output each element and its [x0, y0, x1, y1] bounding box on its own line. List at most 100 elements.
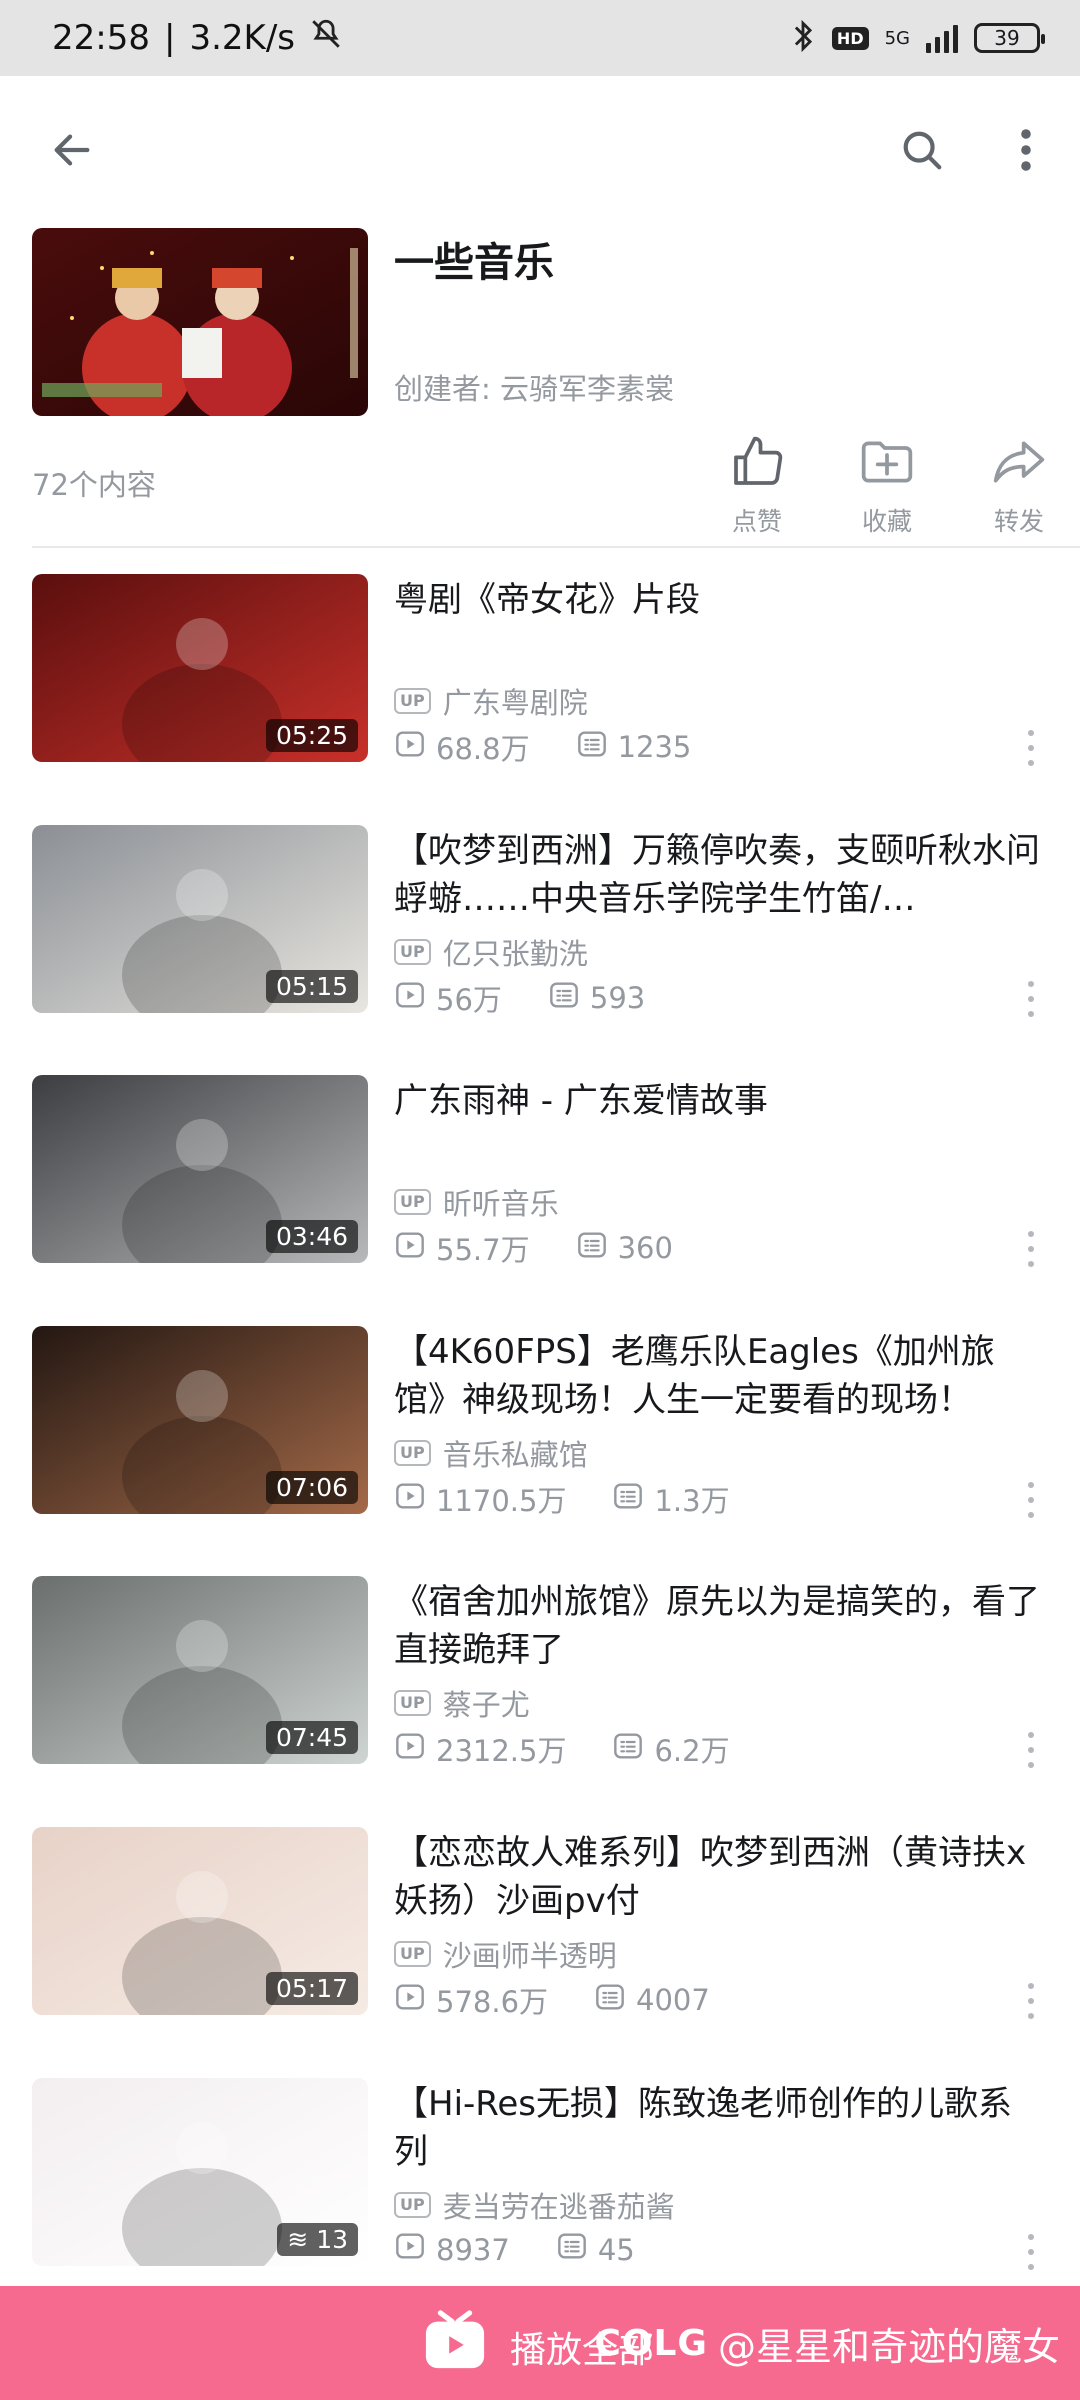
- list-item[interactable]: ≋ 13 【Hi-Res无损】陈致逸老师创作的儿歌系列 UP 麦当劳在逃番茄酱 8…: [0, 2078, 1080, 2270]
- up-badge-icon: UP: [394, 688, 431, 714]
- video-thumbnail[interactable]: 05:17: [32, 1827, 368, 2015]
- duration-text: 13: [316, 2225, 348, 2254]
- video-title[interactable]: 【4K60FPS】老鹰乐队Eagles《加州旅馆》神级现场！人生一定要看的现场！: [394, 1328, 1044, 1424]
- video-title[interactable]: 粤剧《帝女花》片段: [394, 576, 1044, 624]
- video-thumbnail[interactable]: 03:46: [32, 1075, 368, 1263]
- duration-text: 03:46: [275, 1222, 348, 1251]
- status-speed: 3.2K/s: [189, 18, 295, 58]
- header-divider: [32, 546, 1080, 548]
- play-count-value: 55.7万: [436, 1233, 530, 1267]
- playlist-creator[interactable]: 创建者: 云骑军李素裳: [394, 366, 674, 408]
- item-more-icon[interactable]: [1018, 1482, 1044, 1518]
- danmaku-count-value: 360: [617, 1231, 673, 1265]
- item-more-icon[interactable]: [1018, 1231, 1044, 1267]
- mute-icon: [309, 17, 343, 60]
- video-title[interactable]: 广东雨神 - 广东爱情故事: [394, 1077, 1044, 1125]
- play-count: 2312.5万: [394, 1728, 566, 1770]
- stats-row: 56万 593: [394, 977, 645, 1019]
- up-badge-icon: UP: [394, 1440, 431, 1466]
- favorite-label: 收藏: [861, 507, 912, 536]
- uploader-row[interactable]: UP 亿只张勤洗: [394, 931, 588, 973]
- search-icon[interactable]: [892, 120, 952, 180]
- video-duration: 05:17: [265, 1972, 358, 2005]
- play-count-value: 578.6万: [436, 1985, 549, 2019]
- signal-icon: [926, 23, 958, 53]
- danmaku-count-value: 1.3万: [654, 1484, 730, 1518]
- list-item[interactable]: 05:15 【吹梦到西洲】万籁停吹奏，支颐听秋水问蜉蝣……中央音乐学院学生竹笛/…: [0, 825, 1080, 1017]
- video-title[interactable]: 《宿舍加州旅馆》原先以为是搞笑的，看了直接跪拜了: [394, 1578, 1044, 1674]
- watermark: COLG @星星和奇迹的魔女: [594, 2316, 1060, 2371]
- video-thumbnail[interactable]: 07:06: [32, 1326, 368, 1514]
- share-button[interactable]: 转发: [964, 434, 1074, 538]
- video-duration: 05:15: [265, 970, 358, 1003]
- video-duration: 07:06: [265, 1471, 358, 1504]
- network-label: 5G: [884, 27, 910, 49]
- danmaku-icon: [612, 1730, 644, 1769]
- list-item[interactable]: 07:06 【4K60FPS】老鹰乐队Eagles《加州旅馆》神级现场！人生一定…: [0, 1326, 1080, 1518]
- uploader-row[interactable]: UP 广东粤剧院: [394, 680, 588, 722]
- uploader-row[interactable]: UP 音乐私藏馆: [394, 1432, 588, 1474]
- video-thumbnail[interactable]: 07:45: [32, 1576, 368, 1764]
- video-title[interactable]: 【吹梦到西洲】万籁停吹奏，支颐听秋水问蜉蝣……中央音乐学院学生竹笛/…: [394, 827, 1044, 923]
- uploader-name: 广东粤剧院: [442, 686, 588, 720]
- share-icon: [989, 434, 1049, 494]
- thumb-up-icon: [727, 434, 787, 494]
- uploader-row[interactable]: UP 昕听音乐: [394, 1181, 559, 1223]
- like-label: 点赞: [731, 507, 782, 536]
- up-badge-icon: UP: [394, 1189, 431, 1215]
- danmaku-icon: [576, 1229, 608, 1268]
- favorite-button[interactable]: 收藏: [832, 434, 942, 538]
- uploader-row[interactable]: UP 蔡子尤: [394, 1682, 530, 1724]
- play-count-icon: [394, 1480, 426, 1519]
- up-badge-icon: UP: [394, 939, 431, 965]
- play-count-icon: [394, 979, 426, 1018]
- uploader-row[interactable]: UP 麦当劳在逃番茄酱: [394, 2184, 675, 2226]
- play-count: 578.6万: [394, 1979, 548, 2021]
- item-more-icon[interactable]: [1018, 730, 1044, 766]
- status-time: 22:58: [52, 18, 150, 58]
- item-more-icon[interactable]: [1018, 1732, 1044, 1768]
- uploader-name: 昕听音乐: [442, 1187, 559, 1221]
- item-more-icon[interactable]: [1018, 1983, 1044, 2019]
- danmaku-icon: [548, 979, 580, 1018]
- danmaku-count: 360: [576, 1229, 673, 1268]
- item-more-icon[interactable]: [1018, 2234, 1044, 2270]
- up-badge-icon: UP: [394, 1941, 431, 1967]
- playlist-cover[interactable]: [32, 228, 368, 416]
- duration-text: 05:15: [275, 972, 348, 1001]
- danmaku-count-value: 593: [589, 981, 646, 1015]
- play-all-bar[interactable]: 播放全部 COLG @星星和奇迹的魔女: [0, 2286, 1080, 2400]
- uploader-name: 蔡子尤: [442, 1688, 530, 1722]
- play-count: 1170.5万: [394, 1478, 566, 1520]
- watermark-logo: COLG: [594, 2323, 708, 2364]
- play-count: 56万: [394, 977, 502, 1019]
- video-duration: 07:45: [265, 1721, 358, 1754]
- play-count-value: 2312.5万: [436, 1734, 567, 1768]
- list-item[interactable]: 05:25 粤剧《帝女花》片段 UP 广东粤剧院 68.8万 1235: [0, 574, 1080, 766]
- like-button[interactable]: 点赞: [702, 434, 812, 538]
- watermark-user: @星星和奇迹的魔女: [717, 2325, 1060, 2369]
- danmaku-count-value: 6.2万: [654, 1734, 730, 1768]
- more-vertical-icon[interactable]: [996, 120, 1056, 180]
- list-item[interactable]: 07:45 《宿舍加州旅馆》原先以为是搞笑的，看了直接跪拜了 UP 蔡子尤 23…: [0, 1576, 1080, 1768]
- stats-row: 2312.5万 6.2万: [394, 1728, 730, 1770]
- bluetooth-icon: [790, 19, 816, 57]
- video-title[interactable]: 【Hi-Res无损】陈致逸老师创作的儿歌系列: [394, 2080, 1044, 2176]
- video-title[interactable]: 【恋恋故人难系列】吹梦到西洲（黄诗扶x妖扬）沙画pv付: [394, 1829, 1044, 1925]
- video-thumbnail[interactable]: 05:15: [32, 825, 368, 1013]
- play-count-value: 56万: [436, 983, 502, 1017]
- play-count-value: 1170.5万: [436, 1484, 567, 1518]
- stats-row: 578.6万 4007: [394, 1979, 710, 2021]
- back-icon[interactable]: [42, 120, 102, 180]
- folder-add-icon: [857, 434, 917, 494]
- video-thumbnail[interactable]: ≋ 13: [32, 2078, 368, 2266]
- item-more-icon[interactable]: [1018, 981, 1044, 1017]
- video-duration: 05:25: [265, 719, 358, 752]
- status-right: HD 5G 39: [790, 19, 1045, 57]
- list-item[interactable]: 03:46 广东雨神 - 广东爱情故事 UP 昕听音乐 55.7万 360: [0, 1075, 1080, 1268]
- uploader-row[interactable]: UP 沙画师半透明: [394, 1933, 617, 1975]
- list-item[interactable]: 05:17 【恋恋故人难系列】吹梦到西洲（黄诗扶x妖扬）沙画pv付 UP 沙画师…: [0, 1827, 1080, 2019]
- video-thumbnail[interactable]: 05:25: [32, 574, 368, 762]
- uploader-name: 麦当劳在逃番茄酱: [442, 2190, 675, 2224]
- duration-text: 07:45: [275, 1723, 348, 1752]
